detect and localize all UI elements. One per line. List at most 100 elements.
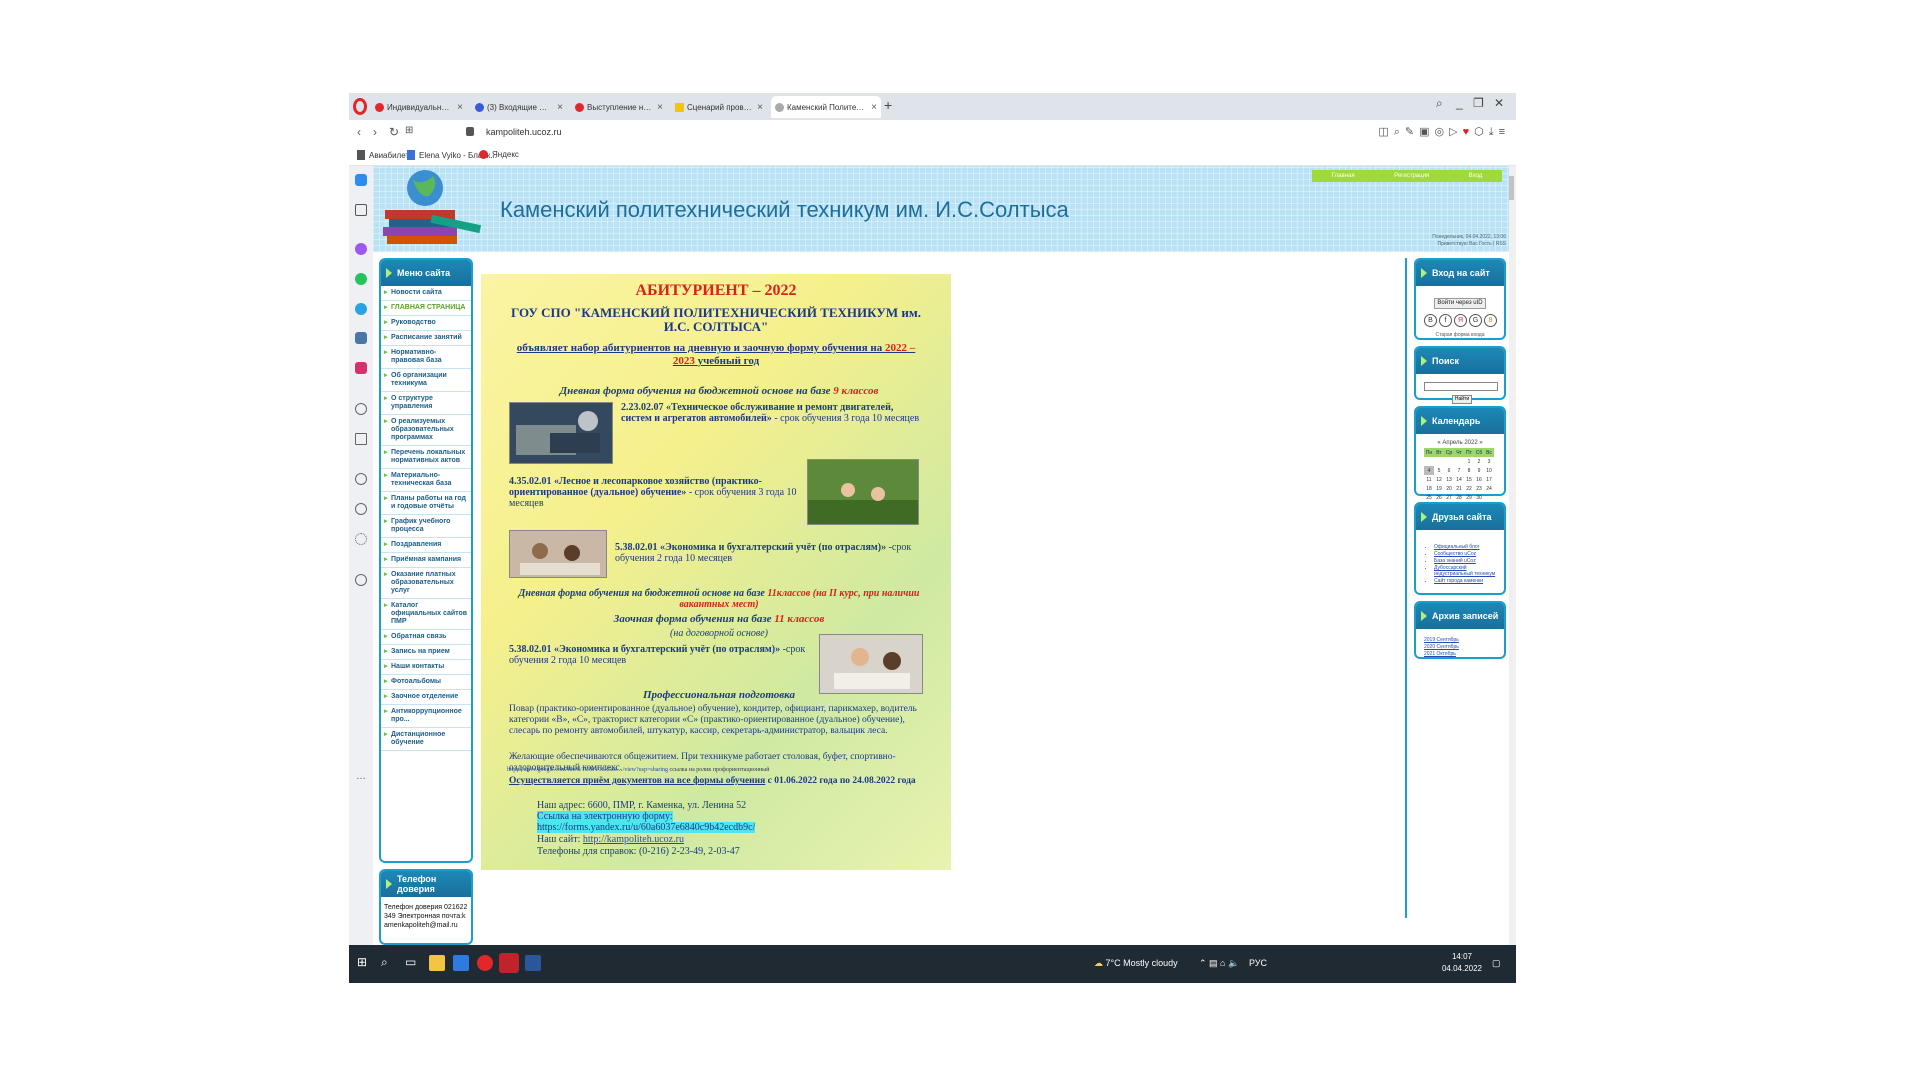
file-explorer-icon[interactable]: [429, 955, 445, 971]
scrollbar-thumb[interactable]: [1509, 176, 1514, 200]
calendar-day[interactable]: 6: [1444, 466, 1454, 475]
menu-item[interactable]: Новости сайта: [381, 286, 471, 301]
minimize-button[interactable]: _: [1456, 96, 1463, 110]
archive-link[interactable]: 2020 Сентябрь: [1424, 644, 1459, 651]
whatsapp-icon[interactable]: [355, 273, 367, 285]
nav-home-link[interactable]: Главная: [1332, 173, 1355, 179]
yandex-browser-icon[interactable]: [477, 955, 493, 971]
search-tabs-icon[interactable]: ⌕: [1436, 96, 1443, 111]
opera-logo-icon[interactable]: [353, 98, 367, 115]
friend-link[interactable]: Официальный блог: [1434, 544, 1504, 550]
close-icon[interactable]: ×: [553, 102, 567, 113]
menu-item[interactable]: Планы работы на год и годовые отчёты: [381, 492, 471, 515]
messenger-icon[interactable]: [355, 243, 367, 255]
calendar-day[interactable]: 24: [1484, 484, 1494, 493]
calendar-day[interactable]: 8: [1464, 466, 1474, 475]
calendar-day[interactable]: 18: [1424, 484, 1434, 493]
windows-start-icon[interactable]: ⊞: [357, 955, 373, 971]
calendar-day[interactable]: 22: [1464, 484, 1474, 493]
menu-item[interactable]: Поздравления: [381, 538, 471, 553]
calendar-month[interactable]: « Апрель 2022 »: [1416, 440, 1504, 446]
calendar-day[interactable]: 16: [1474, 475, 1484, 484]
menu-item[interactable]: График учебного процесса: [381, 515, 471, 538]
new-tab-button[interactable]: +: [884, 97, 892, 113]
menu-item[interactable]: Дистанционное обучение: [381, 728, 471, 751]
menu-item[interactable]: Перечень локальных нормативных актов: [381, 446, 471, 469]
calendar-day[interactable]: 12: [1434, 475, 1444, 484]
tab-2[interactable]: (3) Входящие — Рамблер/ ×: [471, 96, 567, 118]
friend-link[interactable]: Сообщество uCoz: [1434, 551, 1504, 557]
url-field[interactable]: kampoliteh.ucoz.ru: [486, 127, 562, 137]
close-icon[interactable]: ×: [653, 102, 667, 113]
menu-item[interactable]: Обратная связь: [381, 630, 471, 645]
google-login-icon[interactable]: G: [1469, 314, 1482, 327]
calendar-day[interactable]: 3: [1484, 457, 1494, 466]
menu-item[interactable]: Приёмная кампания: [381, 553, 471, 568]
yandex-login-icon[interactable]: Я: [1454, 314, 1467, 327]
opera-taskbar-icon[interactable]: [499, 953, 519, 973]
archive-link[interactable]: 2019 Сентябрь: [1424, 637, 1459, 644]
calendar-day[interactable]: 19: [1434, 484, 1444, 493]
forward-button[interactable]: ›: [373, 125, 377, 139]
calendar-day[interactable]: 14: [1454, 475, 1464, 484]
calendar-day[interactable]: 20: [1444, 484, 1454, 493]
menu-item[interactable]: Материально-техническая база: [381, 469, 471, 492]
friend-link[interactable]: База знаний uCoz: [1434, 558, 1504, 564]
form-url-link[interactable]: https://forms.yandex.ru/u/60a6037e6840c9…: [537, 822, 756, 833]
calendar-day[interactable]: 11: [1424, 475, 1434, 484]
old-login-link[interactable]: Старая форма входа: [1416, 332, 1504, 338]
menu-item[interactable]: Каталог официальных сайтов ПМР: [381, 599, 471, 630]
restore-button[interactable]: ❐: [1473, 96, 1484, 110]
site-title[interactable]: Каменский политехнический техникум им. И…: [500, 197, 1069, 223]
calendar-day[interactable]: 28: [1454, 493, 1464, 502]
telegram-icon[interactable]: [355, 303, 367, 315]
calendar-day[interactable]: 7: [1454, 466, 1464, 475]
vk-icon[interactable]: [355, 332, 367, 344]
calendar-day[interactable]: 2: [1474, 457, 1484, 466]
calendar-day[interactable]: 17: [1484, 475, 1494, 484]
calendar-day[interactable]: 9: [1474, 466, 1484, 475]
tab-1[interactable]: Индивидуальная работа с ×: [371, 96, 467, 118]
menu-item[interactable]: О реализуемых образовательных программах: [381, 415, 471, 446]
close-window-button[interactable]: ✕: [1494, 96, 1504, 110]
nav-login-link[interactable]: Вход: [1469, 173, 1483, 179]
tab-4[interactable]: Сценарий проведения "П ×: [671, 96, 767, 118]
calendar-day[interactable]: 15: [1464, 475, 1474, 484]
menu-item[interactable]: Наши контакты: [381, 660, 471, 675]
calendar-day[interactable]: 10: [1484, 466, 1494, 475]
home-icon[interactable]: [355, 174, 367, 186]
calendar-day[interactable]: 27: [1444, 493, 1454, 502]
calendar-day[interactable]: 21: [1454, 484, 1464, 493]
send-icon[interactable]: [355, 433, 367, 445]
bookmark-yandex[interactable]: Яндекс: [479, 150, 519, 159]
menu-item[interactable]: Нормативно-правовая база: [381, 346, 471, 369]
word-icon[interactable]: [525, 955, 541, 971]
menu-item[interactable]: ГЛАВНАЯ СТРАНИЦА: [381, 301, 471, 316]
speed-dial-icon[interactable]: [355, 204, 367, 216]
menu-item[interactable]: Заочное отделение: [381, 690, 471, 705]
search-icon[interactable]: ⌕: [381, 955, 397, 971]
close-icon[interactable]: ×: [867, 102, 881, 113]
tabs-grid-icon[interactable]: ⊞: [405, 125, 413, 136]
calendar-day[interactable]: 1: [1464, 457, 1474, 466]
language-indicator[interactable]: РУС: [1249, 958, 1267, 968]
search-button[interactable]: Найти: [1452, 395, 1472, 404]
menu-item[interactable]: Об организации техникума: [381, 369, 471, 392]
instagram-icon[interactable]: [355, 362, 367, 374]
menu-item[interactable]: Запись на прием: [381, 645, 471, 660]
search-input[interactable]: [1424, 382, 1498, 391]
menu-item[interactable]: Оказание платных образовательных услуг: [381, 568, 471, 599]
task-view-icon[interactable]: ▭: [405, 955, 421, 971]
friend-link[interactable]: Сайт города каменки: [1434, 578, 1504, 584]
calendar-day[interactable]: 5: [1434, 466, 1444, 475]
menu-item[interactable]: Фотоальбомы: [381, 675, 471, 690]
menu-item[interactable]: Расписание занятий: [381, 331, 471, 346]
calendar-day[interactable]: 30: [1474, 493, 1484, 502]
reload-button[interactable]: ↻: [389, 125, 399, 139]
location-icon[interactable]: [355, 574, 367, 586]
menu-item[interactable]: Руководство: [381, 316, 471, 331]
heart-icon[interactable]: ♥: [1463, 126, 1475, 138]
calendar-day[interactable]: 4: [1424, 466, 1434, 475]
calendar-day[interactable]: 26: [1434, 493, 1444, 502]
menu-item[interactable]: О структуре управления: [381, 392, 471, 415]
